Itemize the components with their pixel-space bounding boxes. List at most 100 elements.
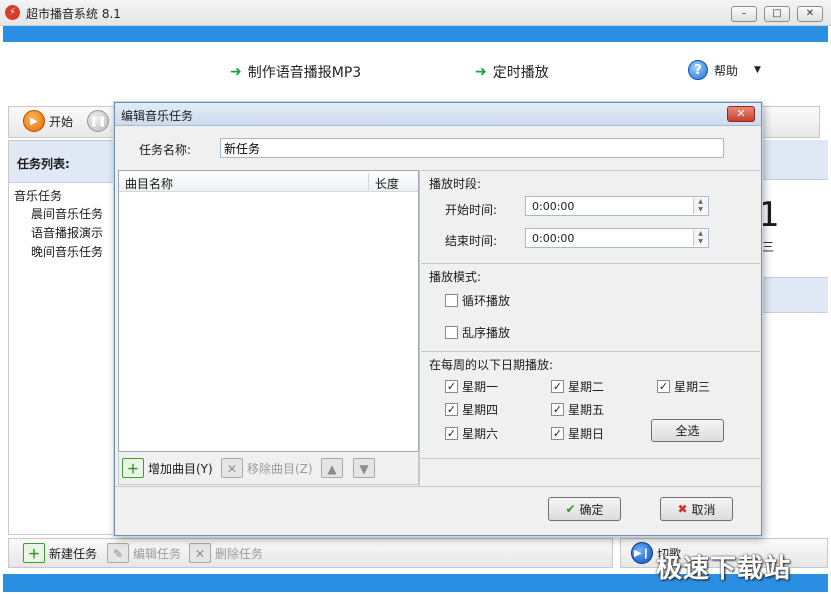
remove-song-label: 移除曲目(Z) — [247, 461, 313, 476]
pause-button[interactable]: ❚❚ — [87, 110, 109, 132]
end-time-value: 0:00:00 — [532, 232, 575, 245]
task-list-header: 任务列表: — [9, 141, 113, 183]
remove-song-icon: ✕ — [221, 458, 243, 478]
green-arrow-icon: ➜ — [230, 64, 242, 80]
new-task-icon: ＋ — [23, 543, 45, 563]
move-down-button[interactable]: ▼ — [353, 458, 375, 478]
check-mark-icon: ✓ — [551, 427, 564, 440]
weekday-text: 三 — [762, 240, 775, 254]
song-list[interactable]: 曲目名称 长度 — [118, 170, 419, 452]
edit-task-label: 编辑任务 — [133, 546, 182, 561]
app-logo-icon: ⚡ — [5, 5, 20, 20]
col-length[interactable]: 长度 — [375, 175, 399, 192]
start-time-input[interactable]: 0:00:00 ▲ ▼ — [525, 196, 709, 216]
move-down-icon: ▼ — [353, 458, 375, 478]
bottom-toolbar: ＋ 新建任务 ✎ 编辑任务 ✕ 删除任务 — [8, 538, 613, 568]
cancel-button[interactable]: ✖ 取消 — [660, 497, 733, 521]
end-time-label: 结束时间: — [445, 234, 498, 248]
title-bar: ⚡ 超市播音系统 8.1 – □ ✕ — [0, 0, 831, 26]
watermark-logo: 极速下载站 — [656, 554, 792, 584]
chevron-down-icon: ▼ — [754, 65, 761, 75]
check-mark-icon: ✓ — [657, 380, 670, 393]
new-task-button[interactable]: ＋ 新建任务 — [23, 543, 97, 563]
loop-label: 循环播放 — [462, 294, 511, 308]
check-mark-icon: ✓ — [551, 403, 564, 416]
check-mark-icon: ✓ — [445, 427, 458, 440]
minimize-button[interactable]: – — [731, 6, 757, 22]
day-label: 星期三 — [674, 380, 711, 394]
tree-item[interactable]: 晨间音乐任务 — [9, 204, 113, 223]
ok-label: 确定 — [579, 502, 604, 517]
delete-task-label: 删除任务 — [215, 546, 264, 561]
close-window-button[interactable]: ✕ — [797, 6, 823, 22]
help-label: 帮助 — [714, 63, 739, 78]
day-checkbox-sun[interactable]: ✓ 星期日 — [551, 425, 604, 442]
song-list-toolbar: ＋ 增加曲目(Y) ✕ 移除曲目(Z) ▲ ▼ — [118, 453, 419, 485]
ok-button[interactable]: ✔ 确定 — [548, 497, 621, 521]
day-label: 星期四 — [462, 403, 499, 417]
add-song-label: 增加曲目(Y) — [148, 461, 213, 476]
task-name-label: 任务名称: — [139, 143, 192, 157]
nav-area: ➜ 制作语音播报MP3 ➜ 定时播放 ? 帮助 ▼ — [3, 42, 828, 102]
day-label: 星期一 — [462, 380, 499, 394]
day-checkbox-sat[interactable]: ✓ 星期六 — [445, 425, 498, 442]
edit-task-button[interactable]: ✎ 编辑任务 — [107, 543, 181, 563]
weekdays-section: 在每周的以下日期播放: ✓ 星期一 ✓ 星期二 ✓ 星期三 ✓ 星期四 ✓ 星期… — [421, 351, 760, 459]
day-label: 星期五 — [568, 403, 605, 417]
help-icon: ? — [688, 60, 708, 80]
new-task-label: 新建任务 — [49, 546, 98, 561]
check-icon: ✔ — [565, 502, 576, 516]
delete-task-button[interactable]: ✕ 删除任务 — [189, 543, 263, 563]
edit-task-icon: ✎ — [107, 543, 129, 563]
cancel-label: 取消 — [691, 502, 716, 517]
shuffle-label: 乱序播放 — [462, 326, 511, 340]
start-label: 开始 — [49, 114, 74, 129]
day-checkbox-tue[interactable]: ✓ 星期二 — [551, 378, 604, 395]
play-period-section: 播放时段: 开始时间: 0:00:00 ▲ ▼ 结束时间: 0:00:00 ▲ ▼ — [421, 170, 760, 266]
day-label: 星期二 — [568, 380, 605, 394]
select-all-button[interactable]: 全选 — [651, 419, 724, 442]
task-name-input[interactable] — [220, 138, 724, 158]
checkbox-box — [445, 294, 458, 307]
play-mode-section: 播放模式: 循环播放 乱序播放 — [421, 263, 760, 351]
play-period-label: 播放时段: — [429, 177, 482, 191]
pause-icon: ❚❚ — [87, 110, 109, 132]
green-arrow-icon: ➜ — [475, 64, 487, 80]
task-list-panel: 任务列表: 音乐任务 晨间音乐任务 语音播报演示 晚间音乐任务 — [8, 140, 114, 535]
app-title: 超市播音系统 8.1 — [26, 7, 121, 21]
day-checkbox-fri[interactable]: ✓ 星期五 — [551, 401, 604, 418]
background-right-panel: 1 三 — [758, 140, 828, 535]
start-button[interactable]: ▶ 开始 — [23, 110, 73, 132]
end-time-spinner[interactable]: ▲ ▼ — [693, 230, 707, 246]
add-song-button[interactable]: ＋ 增加曲目(Y) — [122, 458, 213, 478]
start-time-spinner[interactable]: ▲ ▼ — [693, 198, 707, 214]
song-list-header: 曲目名称 长度 — [119, 171, 418, 192]
day-label: 星期日 — [568, 427, 605, 441]
nav-make-mp3-label: 制作语音播报MP3 — [247, 65, 362, 81]
start-time-value: 0:00:00 — [532, 200, 575, 213]
loop-checkbox[interactable]: 循环播放 — [445, 292, 510, 309]
start-time-label: 开始时间: — [445, 203, 498, 217]
cancel-x-icon: ✖ — [677, 502, 688, 516]
maximize-button[interactable]: □ — [764, 6, 790, 22]
day-label: 星期六 — [462, 427, 499, 441]
checkbox-box — [445, 326, 458, 339]
day-checkbox-wed[interactable]: ✓ 星期三 — [657, 378, 710, 395]
end-time-input[interactable]: 0:00:00 ▲ ▼ — [525, 228, 709, 248]
help-menu[interactable]: ? 帮助 ▼ — [688, 60, 761, 80]
day-checkbox-mon[interactable]: ✓ 星期一 — [445, 378, 498, 395]
day-checkbox-thu[interactable]: ✓ 星期四 — [445, 401, 498, 418]
dialog-close-button[interactable]: ✕ — [727, 106, 755, 122]
tree-item[interactable]: 晚间音乐任务 — [9, 242, 113, 261]
col-song-name[interactable]: 曲目名称 — [125, 175, 173, 192]
tree-root-music-tasks[interactable]: 音乐任务 — [9, 183, 113, 204]
nav-schedule-label: 定时播放 — [492, 65, 549, 81]
move-up-button[interactable]: ▲ — [321, 458, 343, 478]
nav-make-mp3[interactable]: ➜ 制作语音播报MP3 — [230, 62, 361, 82]
check-mark-icon: ✓ — [445, 403, 458, 416]
nav-schedule[interactable]: ➜ 定时播放 — [475, 62, 549, 82]
tree-item[interactable]: 语音播报演示 — [9, 223, 113, 242]
shuffle-checkbox[interactable]: 乱序播放 — [445, 324, 510, 341]
remove-song-button[interactable]: ✕ 移除曲目(Z) — [221, 458, 313, 478]
play-icon: ▶ — [23, 110, 45, 132]
